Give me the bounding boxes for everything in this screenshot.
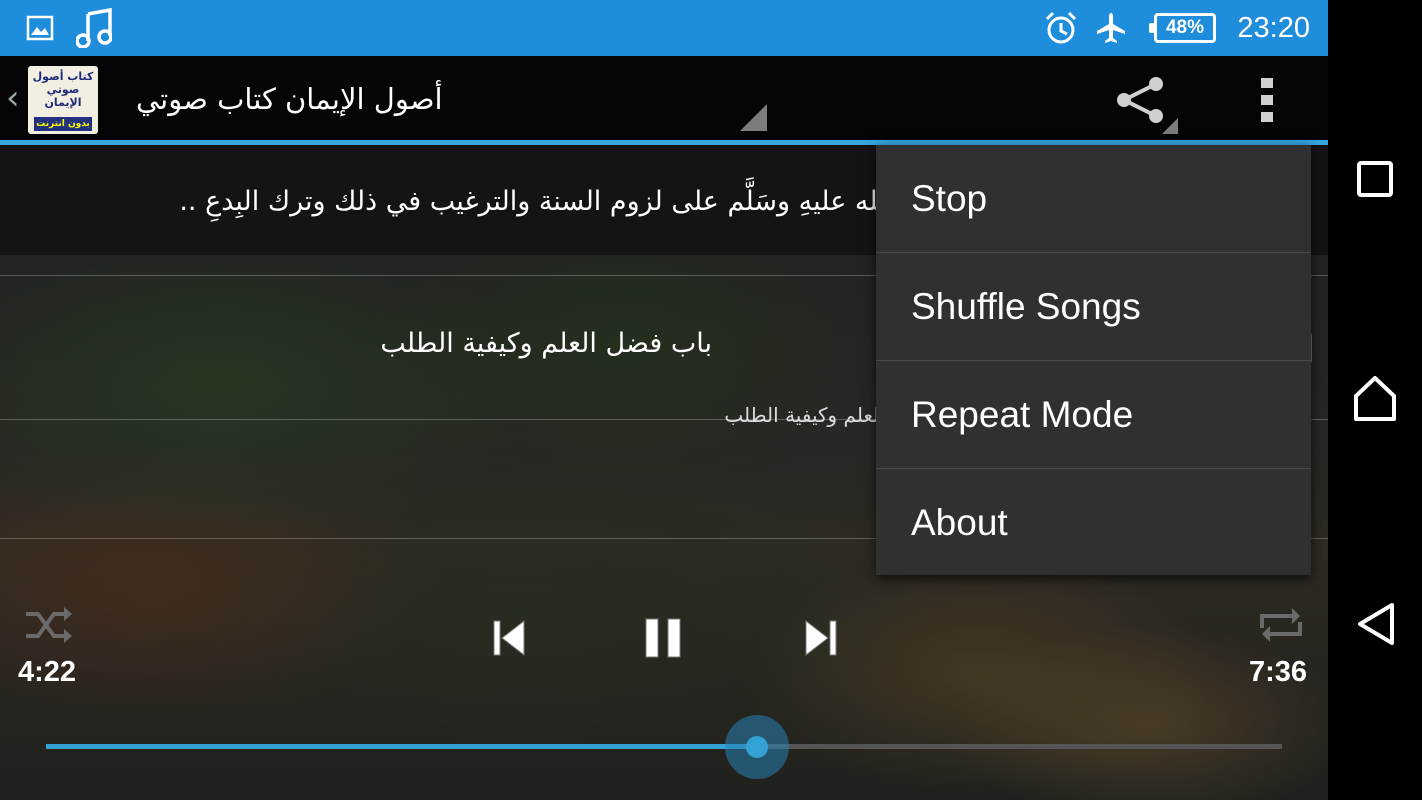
- spinner-indicator-icon[interactable]: [740, 104, 767, 131]
- app-logo[interactable]: كتاب أصول صوتي الإيمان بدون انترنت: [28, 66, 98, 134]
- shuffle-icon[interactable]: [24, 606, 74, 644]
- previous-icon[interactable]: [490, 618, 528, 658]
- gallery-icon: [26, 0, 54, 56]
- menu-item-shuffle-songs[interactable]: Shuffle Songs: [876, 253, 1311, 361]
- screen: 48% 23:20 ‹ كتاب أصول صوتي الإيمان بدون …: [0, 0, 1422, 800]
- clock: 23:20: [1237, 12, 1310, 44]
- up-navigation-icon[interactable]: ‹: [6, 78, 20, 118]
- seek-thumb[interactable]: [745, 736, 768, 758]
- overflow-menu: Stop Shuffle Songs Repeat Mode About: [876, 145, 1311, 575]
- alarm-icon: [1043, 0, 1079, 56]
- share-icon[interactable]: [1112, 74, 1178, 140]
- logo-text: كتاب أصول صوتي الإيمان: [32, 70, 94, 109]
- list-item-lesson[interactable]: …صلى الله عليهِ وسَلَّم على لزوم السنة و…: [179, 186, 984, 217]
- navigation-bar: [1328, 56, 1422, 800]
- music-note-icon: [76, 0, 112, 56]
- status-bar: 48% 23:20: [0, 0, 1328, 56]
- battery-percent: 48%: [1165, 17, 1205, 38]
- seek-bar-progress: [46, 744, 757, 749]
- back-icon[interactable]: [1356, 602, 1396, 650]
- airplane-icon: [1094, 0, 1128, 56]
- home-icon[interactable]: [1352, 374, 1398, 426]
- elapsed-time: 4:22: [18, 656, 77, 688]
- list-item-lesson[interactable]: باب فضل العلم وكيفية الطلب: [380, 328, 712, 359]
- overflow-menu-icon[interactable]: [1259, 76, 1275, 128]
- menu-item-stop[interactable]: Stop: [876, 145, 1311, 253]
- battery-icon: 48%: [1149, 13, 1216, 43]
- menu-item-repeat-mode[interactable]: Repeat Mode: [876, 361, 1311, 469]
- next-icon[interactable]: [802, 618, 840, 658]
- pause-button[interactable]: [642, 616, 686, 660]
- page-title[interactable]: أصول الإيمان كتاب صوتي: [136, 76, 443, 122]
- logo-badge: بدون انترنت: [34, 117, 92, 131]
- total-duration: 7:36: [1249, 656, 1308, 688]
- repeat-icon[interactable]: [1256, 606, 1306, 644]
- seek-bar[interactable]: [46, 744, 1282, 749]
- menu-item-about[interactable]: About: [876, 469, 1311, 577]
- recent-apps-icon[interactable]: [1356, 160, 1394, 202]
